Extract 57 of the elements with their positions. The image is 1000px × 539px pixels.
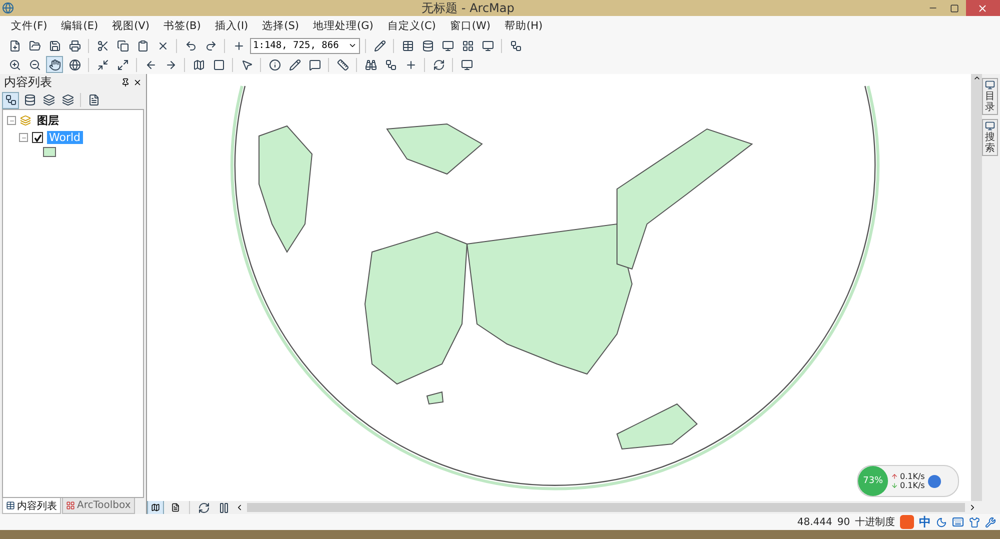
app-icon: [2, 2, 14, 14]
shirt-icon[interactable]: [969, 516, 980, 528]
layer-group-label[interactable]: 图层: [35, 113, 61, 128]
collapse-icon[interactable]: [7, 116, 16, 125]
menu-item[interactable]: 书签(B): [156, 19, 208, 33]
keyboard-icon[interactable]: [952, 516, 964, 528]
menu-item[interactable]: 文件(F): [4, 19, 54, 33]
horizontal-scrollbar[interactable]: [247, 503, 965, 512]
network-speed-widget[interactable]: 73% 0.1K/s 0.1K/s: [857, 465, 959, 497]
map-icon: [151, 503, 160, 512]
memory-percent: 73%: [858, 466, 888, 496]
symbol-swatch[interactable]: [43, 147, 56, 157]
window-icon: [985, 80, 995, 90]
close-icon[interactable]: [133, 78, 142, 87]
menu-item[interactable]: 选择(S): [255, 19, 306, 33]
scroll-up-icon: [972, 74, 980, 82]
close-icon: [977, 2, 988, 14]
wrench-icon[interactable]: [985, 516, 996, 528]
units-label: 十进制度: [855, 516, 895, 529]
window-title: 无标题 - ArcMap: [422, 0, 514, 16]
download-arrow-icon: [891, 482, 898, 489]
panel-title: 内容列表: [4, 74, 52, 91]
upload-arrow-icon: [891, 473, 898, 480]
pin-icon[interactable]: [121, 78, 130, 87]
restore-icon: [950, 4, 960, 12]
y-coordinate: 90: [837, 516, 850, 528]
menu-item[interactable]: 插入(I): [208, 19, 256, 33]
checkmark-icon: [34, 134, 42, 142]
menu-item[interactable]: 视图(V): [105, 19, 156, 33]
menu-item[interactable]: 自定义(C): [380, 19, 443, 33]
x-coordinate: 48.444: [797, 516, 832, 528]
scroll-right-icon[interactable]: [968, 503, 977, 512]
panel-tab[interactable]: ArcToolbox: [62, 498, 135, 514]
dropdown-icon: [348, 41, 357, 50]
dock-tab[interactable]: 搜索: [982, 119, 998, 156]
table-icon: [6, 501, 15, 510]
scale-field[interactable]: 1:148, 725, 866: [250, 38, 360, 54]
collapse-icon[interactable]: [19, 133, 28, 142]
dock-tab[interactable]: 目录: [982, 78, 998, 115]
scroll-left-icon[interactable]: [235, 503, 244, 512]
upload-speed: 0.1K/s: [900, 472, 925, 481]
menu-item[interactable]: 地理处理(G): [306, 19, 380, 33]
moon-icon[interactable]: [936, 516, 947, 528]
menu-item[interactable]: 帮助(H): [497, 19, 550, 33]
close-button[interactable]: [966, 0, 1000, 16]
panel-tab[interactable]: 内容列表: [2, 498, 61, 514]
input-method-logo[interactable]: [900, 515, 914, 529]
download-speed: 0.1K/s: [900, 481, 925, 490]
input-mode-toggle[interactable]: 中: [919, 514, 931, 530]
page-icon: [171, 503, 180, 512]
layer-checkbox[interactable]: [32, 132, 43, 143]
menu-item[interactable]: 编辑(E): [54, 19, 106, 33]
layers-icon: [20, 115, 31, 126]
menu-item[interactable]: 窗口(W): [442, 19, 498, 33]
pan-icon[interactable]: [46, 56, 63, 73]
window-icon: [985, 121, 995, 131]
vertical-scrollbar[interactable]: [971, 74, 982, 501]
